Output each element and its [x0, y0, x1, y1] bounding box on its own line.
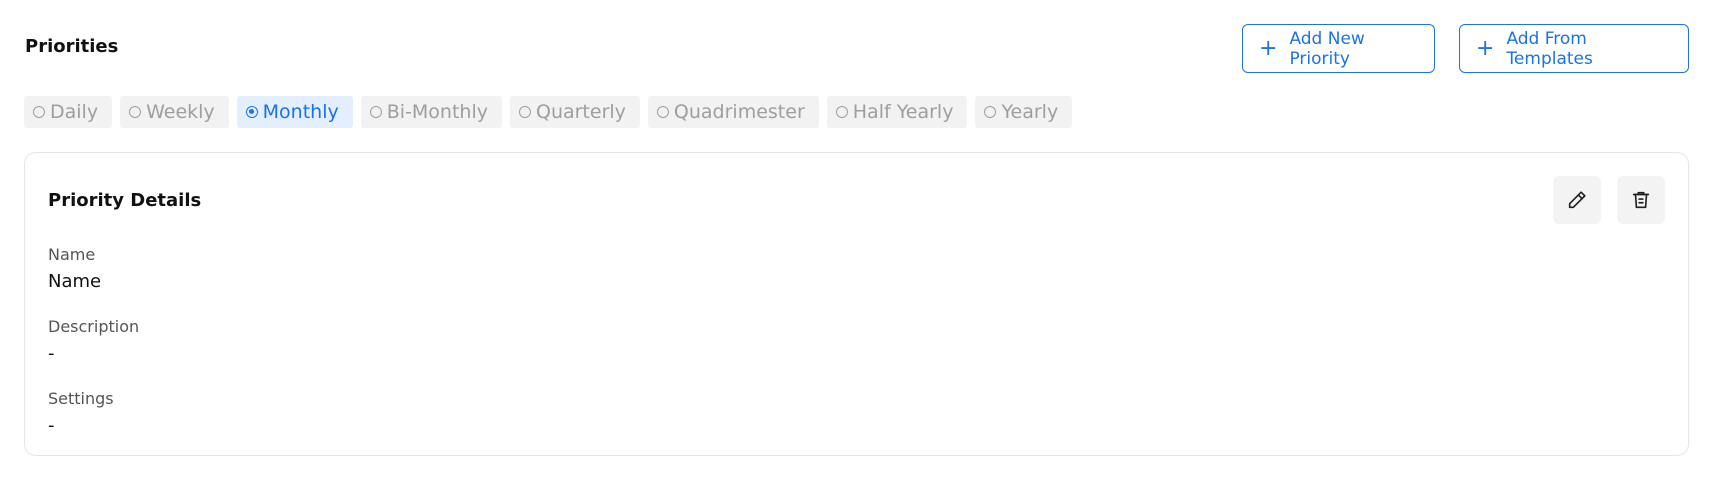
name-label: Name: [48, 245, 96, 264]
radio-icon: [984, 106, 997, 118]
frequency-option-label: Quadrimester: [673, 101, 805, 123]
radio-icon: [129, 106, 142, 118]
frequency-option-yearly[interactable]: Yearly: [975, 96, 1073, 128]
radio-icon: [656, 106, 669, 118]
frequency-option-label: Quarterly: [535, 101, 626, 123]
radio-icon: [369, 106, 382, 118]
frequency-option-label: Half Yearly: [852, 101, 954, 123]
pencil-icon: [1568, 191, 1586, 209]
radio-icon: [33, 106, 45, 118]
description-value: -: [48, 343, 55, 364]
add-new-priority-button[interactable]: + Add New Priority: [1242, 24, 1435, 73]
plus-icon: +: [1476, 35, 1495, 61]
delete-button[interactable]: [1617, 176, 1665, 224]
page-title: Priorities: [25, 36, 119, 57]
frequency-option-quadrimester[interactable]: Quadrimester: [647, 96, 819, 128]
frequency-option-label: Weekly: [146, 101, 215, 123]
plus-icon: +: [1259, 35, 1278, 61]
priorities-page: Priorities + Add New Priority + Add From…: [0, 0, 1712, 480]
frequency-option-weekly[interactable]: Weekly: [120, 96, 229, 128]
frequency-option-label: Yearly: [1001, 101, 1059, 123]
add-new-priority-label: Add New Priority: [1289, 28, 1365, 69]
frequency-option-half-yearly[interactable]: Half Yearly: [826, 96, 968, 128]
frequency-option-quarterly[interactable]: Quarterly: [509, 96, 640, 128]
add-from-templates-button[interactable]: + Add From Templates: [1459, 24, 1689, 73]
frequency-option-monthly[interactable]: Monthly: [236, 96, 353, 128]
settings-value: -: [48, 415, 55, 436]
priority-details-card: Priority Details Name Name Description -…: [24, 152, 1689, 456]
description-label: Description: [48, 317, 140, 336]
radio-selected-icon: [245, 106, 258, 118]
radio-icon: [835, 106, 848, 118]
edit-button[interactable]: [1553, 176, 1601, 224]
add-from-templates-label: Add From Templates: [1506, 28, 1593, 69]
frequency-option-bi-monthly[interactable]: Bi-Monthly: [360, 96, 502, 128]
radio-icon: [518, 106, 531, 118]
card-title: Priority Details: [48, 190, 202, 211]
name-value: Name: [48, 271, 102, 292]
frequency-option-daily[interactable]: Daily: [24, 96, 113, 128]
settings-label: Settings: [48, 389, 114, 408]
frequency-option-label: Daily: [50, 101, 99, 123]
trash-icon: [1632, 191, 1650, 209]
frequency-option-label: Monthly: [262, 101, 339, 123]
frequency-radio-group: Daily Weekly Monthly Bi-Monthly Quarterl…: [24, 96, 1073, 128]
frequency-option-label: Bi-Monthly: [386, 101, 488, 123]
